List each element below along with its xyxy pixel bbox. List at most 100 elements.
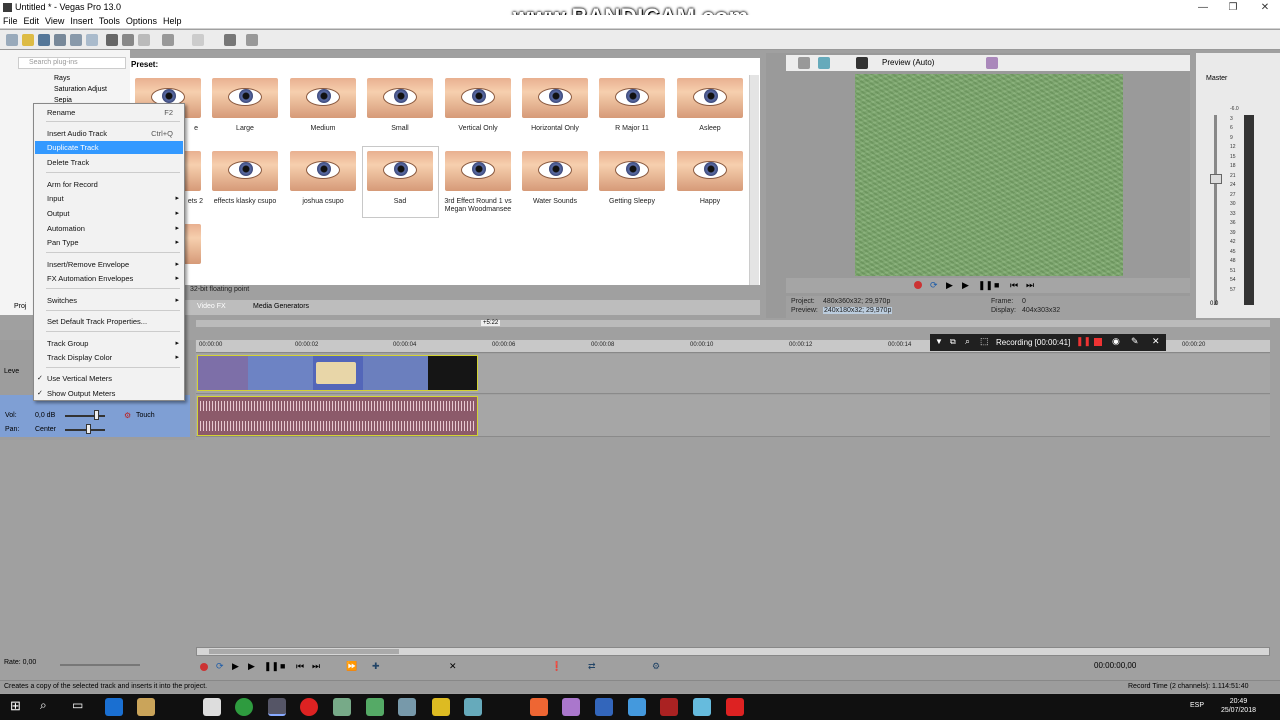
screenshot-icon[interactable]: ◉ bbox=[1112, 336, 1120, 347]
close-button[interactable]: ✕ bbox=[1250, 0, 1280, 15]
stop-icon[interactable]: ■ bbox=[280, 661, 285, 671]
record-icon[interactable] bbox=[914, 281, 922, 289]
plugin-item[interactable]: Rays bbox=[54, 75, 70, 82]
app-icon[interactable] bbox=[562, 698, 580, 716]
menu-item-show-output-meters[interactable]: ✓ Show Output Meters bbox=[35, 387, 183, 400]
menu-insert[interactable]: Insert bbox=[67, 15, 96, 27]
paste-icon[interactable] bbox=[138, 34, 150, 46]
audio-track-header[interactable]: Vol: 0,0 dB ⚙ Touch Pan: Center bbox=[0, 395, 190, 437]
vegas-taskbar-icon[interactable] bbox=[268, 698, 286, 716]
edge-icon[interactable] bbox=[105, 698, 123, 716]
close-icon[interactable]: ✕ bbox=[1152, 336, 1160, 347]
app-icon[interactable] bbox=[366, 698, 384, 716]
new-icon[interactable] bbox=[6, 34, 18, 46]
lock-envelopes-icon[interactable]: ⚙ bbox=[652, 661, 660, 672]
app-icon[interactable] bbox=[693, 698, 711, 716]
menu-help[interactable]: Help bbox=[160, 15, 185, 27]
menu-view[interactable]: View bbox=[42, 15, 67, 27]
play-icon[interactable]: ▶ bbox=[962, 280, 969, 291]
volume-slider-thumb[interactable] bbox=[94, 410, 99, 420]
split-screen-icon[interactable] bbox=[856, 57, 868, 69]
maximize-button[interactable]: ❐ bbox=[1218, 0, 1248, 15]
preset-thumbnail[interactable] bbox=[677, 151, 743, 191]
app-icon[interactable] bbox=[398, 698, 416, 716]
preset-thumbnail[interactable] bbox=[290, 151, 356, 191]
mail-icon[interactable] bbox=[203, 698, 221, 716]
preset-thumbnail[interactable] bbox=[367, 78, 433, 118]
save-as-icon[interactable] bbox=[54, 34, 66, 46]
automation-gear-icon[interactable]: ⚙ bbox=[124, 411, 131, 420]
save-icon[interactable] bbox=[38, 34, 50, 46]
audio-event-clip[interactable] bbox=[197, 396, 478, 436]
menu-item-use-vertical-meters[interactable]: ✓ Use Vertical Meters bbox=[35, 372, 183, 385]
menu-item-track-group[interactable]: Track Group ▸ bbox=[35, 337, 183, 350]
preview-properties-icon[interactable] bbox=[798, 57, 810, 69]
go-to-end-icon[interactable]: ⏭ bbox=[312, 661, 320, 672]
cut-icon[interactable] bbox=[106, 34, 118, 46]
search-icon[interactable]: ⌕ bbox=[40, 698, 58, 716]
copy-snapshot-icon[interactable] bbox=[986, 57, 998, 69]
tab-video-fx[interactable]: Video FX bbox=[197, 303, 226, 310]
menu-item-duplicate-track[interactable]: Duplicate Track bbox=[35, 141, 183, 154]
play-icon[interactable]: ▶ bbox=[248, 661, 255, 672]
plugin-item[interactable]: Saturation Adjust bbox=[54, 86, 107, 93]
go-to-start-icon[interactable]: ⏮ bbox=[1010, 280, 1018, 291]
tab-project-media[interactable]: Proj bbox=[14, 303, 26, 310]
menu-item-fx-automation-envelopes[interactable]: FX Automation Envelopes ▸ bbox=[35, 272, 183, 285]
stop-recording-icon[interactable] bbox=[1094, 338, 1102, 346]
minimize-button[interactable]: — bbox=[1188, 0, 1218, 15]
window-icon[interactable]: ⧉ bbox=[950, 337, 956, 347]
app-icon[interactable] bbox=[464, 698, 482, 716]
plugin-search-input[interactable]: Search plug-ins bbox=[18, 57, 126, 69]
properties-icon[interactable] bbox=[70, 34, 82, 46]
menu-item-input[interactable]: Input ▸ bbox=[35, 192, 183, 205]
play-from-start-icon[interactable]: ▶ bbox=[946, 280, 953, 291]
menu-tools[interactable]: Tools bbox=[96, 15, 123, 27]
preset-thumbnail-selected[interactable] bbox=[367, 151, 433, 191]
next-frame-icon[interactable]: ⏩ bbox=[346, 661, 357, 672]
play-from-start-icon[interactable]: ▶ bbox=[232, 661, 239, 672]
region-icon[interactable]: ⬚ bbox=[980, 336, 989, 347]
menu-item-output[interactable]: Output ▸ bbox=[35, 207, 183, 220]
menu-item-track-display-color[interactable]: Track Display Color ▸ bbox=[35, 351, 183, 364]
menu-edit[interactable]: Edit bbox=[21, 15, 43, 27]
language-indicator[interactable]: ESP bbox=[1190, 702, 1204, 709]
open-icon[interactable] bbox=[22, 34, 34, 46]
event-pan-icon[interactable] bbox=[224, 34, 236, 46]
volume-slider[interactable] bbox=[65, 415, 105, 417]
menu-item-switches[interactable]: Switches ▸ bbox=[35, 294, 183, 307]
preset-thumbnail[interactable] bbox=[522, 151, 588, 191]
pause-recording-icon[interactable]: ❚❚ bbox=[1076, 336, 1091, 347]
redo-icon[interactable] bbox=[192, 34, 204, 46]
menu-item-delete-track[interactable]: Delete Track bbox=[35, 156, 183, 169]
preset-thumbnail[interactable] bbox=[445, 151, 511, 191]
menu-item-rename[interactable]: Rename F2 bbox=[35, 106, 183, 119]
taskbar-clock[interactable]: 20:49 25/07/2018 bbox=[1221, 697, 1256, 715]
pan-slider[interactable] bbox=[65, 429, 105, 431]
explorer-icon[interactable] bbox=[137, 698, 155, 716]
app-icon[interactable] bbox=[595, 698, 613, 716]
animate-icon[interactable] bbox=[660, 698, 678, 716]
go-to-end-icon[interactable]: ⏭ bbox=[1026, 280, 1034, 291]
preset-thumbnail[interactable] bbox=[677, 78, 743, 118]
chrome-icon[interactable] bbox=[235, 698, 253, 716]
pause-icon[interactable]: ❚❚ bbox=[264, 661, 279, 672]
app-icon[interactable] bbox=[628, 698, 646, 716]
preset-thumbnail[interactable] bbox=[212, 78, 278, 118]
record-icon[interactable] bbox=[200, 663, 208, 671]
rate-slider[interactable] bbox=[60, 664, 140, 666]
menu-item-automation[interactable]: Automation ▸ bbox=[35, 222, 183, 235]
loop-icon[interactable]: ⟳ bbox=[930, 280, 938, 291]
preview-quality-dropdown[interactable]: Preview (Auto) bbox=[882, 58, 934, 67]
windows-start-icon[interactable]: ⊞ bbox=[10, 698, 28, 716]
render-icon[interactable] bbox=[86, 34, 98, 46]
menu-item-set-default-track-properties[interactable]: Set Default Track Properties... bbox=[35, 315, 183, 328]
app-icon[interactable] bbox=[726, 698, 744, 716]
master-fader-knob[interactable] bbox=[1210, 174, 1222, 184]
menu-file[interactable]: File bbox=[0, 15, 21, 27]
go-to-start-icon[interactable]: ⏮ bbox=[296, 661, 304, 672]
copy-icon[interactable] bbox=[122, 34, 134, 46]
app-icon[interactable] bbox=[530, 698, 548, 716]
normal-edit-tool-icon[interactable]: ✚ bbox=[372, 661, 380, 672]
task-view-icon[interactable]: ▭ bbox=[72, 698, 90, 716]
